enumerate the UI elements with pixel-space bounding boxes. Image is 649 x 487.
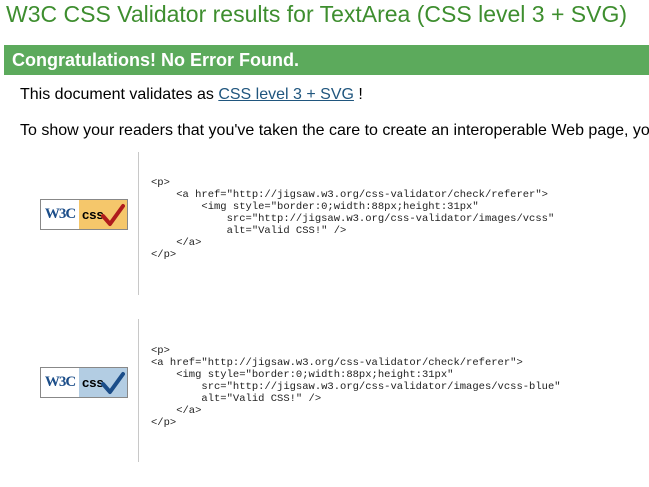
valid-css-badge-blue[interactable]: W3C css [40,367,128,398]
validation-statement: This document validates as CSS level 3 +… [20,86,363,104]
valid-css-badge-gold[interactable]: W3C css [40,199,128,230]
readers-paragraph: To show your readers that you've taken t… [20,122,649,139]
validates-prefix: This document validates as [20,86,219,103]
css-level-link[interactable]: CSS level 3 + SVG [218,86,354,103]
w3c-logo: W3C [44,374,76,390]
validates-suffix: ! [353,86,363,103]
badge-code-snippet-1: <p> <a href="http://jigsaw.w3.org/css-va… [151,177,555,261]
divider-1 [138,152,139,295]
w3c-logo: W3C [44,206,76,222]
css-badge-label-box: css [79,368,127,397]
success-message: Congratulations! No Error Found. [12,50,299,70]
success-banner: Congratulations! No Error Found. [4,45,649,75]
css-badge-label-box: css [79,200,127,229]
page-title: W3C CSS Validator results for TextArea (… [6,1,628,27]
divider-2 [138,319,139,462]
checkmark-icon [101,372,125,394]
badge-code-snippet-2: <p> <a href="http://jigsaw.w3.org/css-va… [151,345,561,429]
checkmark-icon [101,204,125,226]
